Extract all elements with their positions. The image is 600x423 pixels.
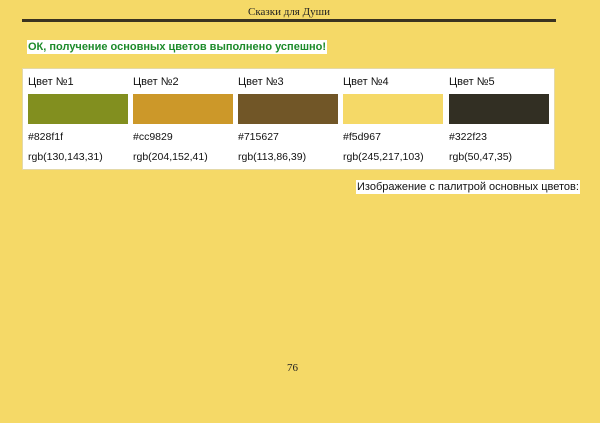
color-rgb: rgb(245,217,103) — [343, 151, 424, 163]
color-name: Цвет №4 — [343, 76, 389, 88]
color-palette-panel: Цвет №1 #828f1f rgb(130,143,31) Цвет №2 … — [22, 68, 555, 170]
running-header-title: Сказки для Души — [248, 6, 330, 18]
color-hex: #f5d967 — [343, 131, 381, 143]
color-sample — [238, 94, 338, 124]
color-sample — [133, 94, 233, 124]
success-message: ОК, получение основных цветов выполнено … — [27, 40, 328, 54]
color-swatch-3: Цвет №3 #715627 rgb(113,86,39) — [238, 69, 338, 169]
color-swatch-2: Цвет №2 #cc9829 rgb(204,152,41) — [133, 69, 233, 169]
color-hex: #cc9829 — [133, 131, 173, 143]
color-rgb: rgb(50,47,35) — [449, 151, 513, 163]
header-divider — [22, 19, 556, 22]
color-sample — [343, 94, 443, 124]
color-sample — [449, 94, 549, 124]
color-rgb: rgb(204,152,41) — [133, 151, 208, 163]
color-rgb: rgb(113,86,39) — [238, 151, 307, 163]
color-swatch-1: Цвет №1 #828f1f rgb(130,143,31) — [28, 69, 128, 169]
color-hex: #828f1f — [28, 131, 64, 143]
color-name: Цвет №5 — [449, 76, 495, 88]
page-number: 76 — [287, 362, 298, 374]
color-swatch-5: Цвет №5 #322f23 rgb(50,47,35) — [449, 69, 549, 169]
color-name: Цвет №3 — [238, 76, 284, 88]
color-name: Цвет №1 — [28, 76, 74, 88]
color-swatch-4: Цвет №4 #f5d967 rgb(245,217,103) — [343, 69, 443, 169]
palette-image-caption: Изображение с палитрой основных цветов: — [356, 180, 580, 194]
color-hex: #322f23 — [449, 131, 487, 143]
color-hex: #715627 — [238, 131, 279, 143]
color-name: Цвет №2 — [133, 76, 179, 88]
color-rgb: rgb(130,143,31) — [28, 151, 103, 163]
color-sample — [28, 94, 128, 124]
